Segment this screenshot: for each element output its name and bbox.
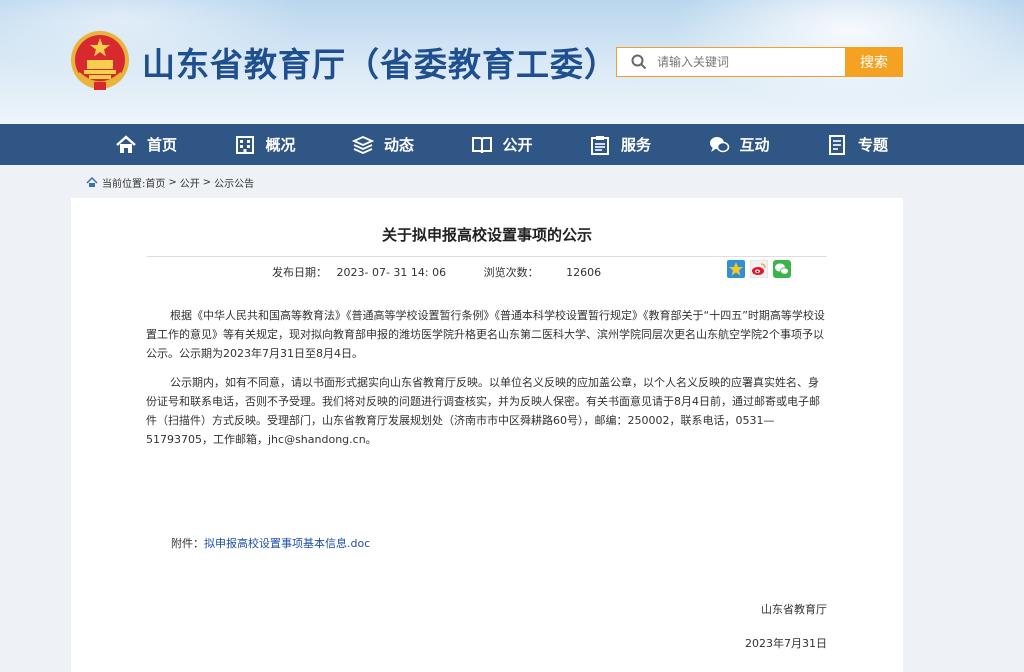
signature-organization: 山东省教育厅 <box>761 603 827 616</box>
article-meta: 发布日期： 2023- 07- 31 14: 06 浏览次数： 12606 <box>272 264 601 280</box>
search-box <box>616 47 846 77</box>
attachment-label: 附件： <box>171 537 204 550</box>
nav-item-home[interactable]: 首页 <box>115 124 234 165</box>
breadcrumb-home[interactable]: 首页 <box>145 175 165 190</box>
breadcrumb-current[interactable]: 公示公告 <box>214 175 254 190</box>
article-body: 根据《中华人民共和国高等教育法》《普通高等学校设置暂行条例》《普通本科学校设置暂… <box>146 306 828 459</box>
title-divider <box>147 256 827 257</box>
home-icon <box>86 177 98 187</box>
nav-item-overview[interactable]: 概况 <box>234 124 353 165</box>
views-label: 浏览次数： <box>483 266 539 279</box>
article-title: 关于拟申报高校设置事项的公示 <box>381 226 592 244</box>
views-count: 12606 <box>566 266 602 279</box>
wechat-icon[interactable] <box>773 260 791 278</box>
main-nav: 首页 概况 动态 公开 服务 互动 专题 <box>0 124 1024 165</box>
nav-item-label: 动态 <box>384 136 415 154</box>
national-emblem-icon <box>71 31 129 90</box>
breadcrumb-separator: > <box>202 177 212 188</box>
qzone-star-icon[interactable] <box>727 260 745 278</box>
breadcrumb: 当前位置: 首页 > 公开 > 公示公告 <box>86 175 254 190</box>
site-header: 山东省教育厅（省委教育工委） 搜索 <box>0 0 1024 124</box>
home-icon <box>116 134 136 153</box>
nav-item-label: 首页 <box>147 136 178 154</box>
share-buttons <box>727 260 796 278</box>
search-input[interactable] <box>655 54 829 70</box>
weibo-icon[interactable] <box>750 260 768 278</box>
nav-item-label: 公开 <box>502 136 533 154</box>
document-icon <box>829 134 845 155</box>
publish-date: 2023- 07- 31 14: 06 <box>336 266 447 279</box>
nav-item-label: 专题 <box>858 136 889 154</box>
breadcrumb-separator: > <box>168 177 177 188</box>
building-icon <box>235 135 254 154</box>
site-title: 山东省教育厅（省委教育工委） <box>142 45 618 84</box>
body-paragraph: 公示期内，如有不同意，请以书面形式据实向山东省教育厅反映。以单位名义反映的应加盖… <box>146 376 820 446</box>
chat-icon <box>709 136 729 152</box>
nav-item-news[interactable]: 动态 <box>352 124 471 165</box>
publish-date-label: 发布日期： <box>272 266 327 279</box>
nav-item-label: 服务 <box>621 136 652 154</box>
breadcrumb-prefix: 当前位置: <box>102 179 146 190</box>
article-container: 关于拟申报高校设置事项的公示 发布日期： 2023- 07- 31 14: 06… <box>71 198 903 672</box>
breadcrumb-section[interactable]: 公开 <box>180 175 200 190</box>
search-icon <box>631 54 647 70</box>
search-button[interactable]: 搜索 <box>845 47 903 77</box>
nav-item-public[interactable]: 公开 <box>471 124 590 165</box>
nav-item-service[interactable]: 服务 <box>589 124 708 165</box>
nav-item-label: 互动 <box>739 136 770 154</box>
nav-item-interact[interactable]: 互动 <box>708 124 827 165</box>
nav-item-topic[interactable]: 专题 <box>826 124 945 165</box>
layers-icon <box>352 135 374 154</box>
book-icon <box>471 136 492 153</box>
body-paragraph: 根据《中华人民共和国高等教育法》《普通高等学校设置暂行条例》《普通本科学校设置暂… <box>146 309 825 360</box>
clipboard-icon <box>591 135 609 155</box>
signature-date: 2023年7月31日 <box>745 637 827 650</box>
attachment-link[interactable]: 拟申报高校设置事项基本信息.doc <box>204 537 370 550</box>
nav-item-label: 概况 <box>265 136 296 154</box>
attachment: 附件：拟申报高校设置事项基本信息.doc <box>171 535 370 551</box>
